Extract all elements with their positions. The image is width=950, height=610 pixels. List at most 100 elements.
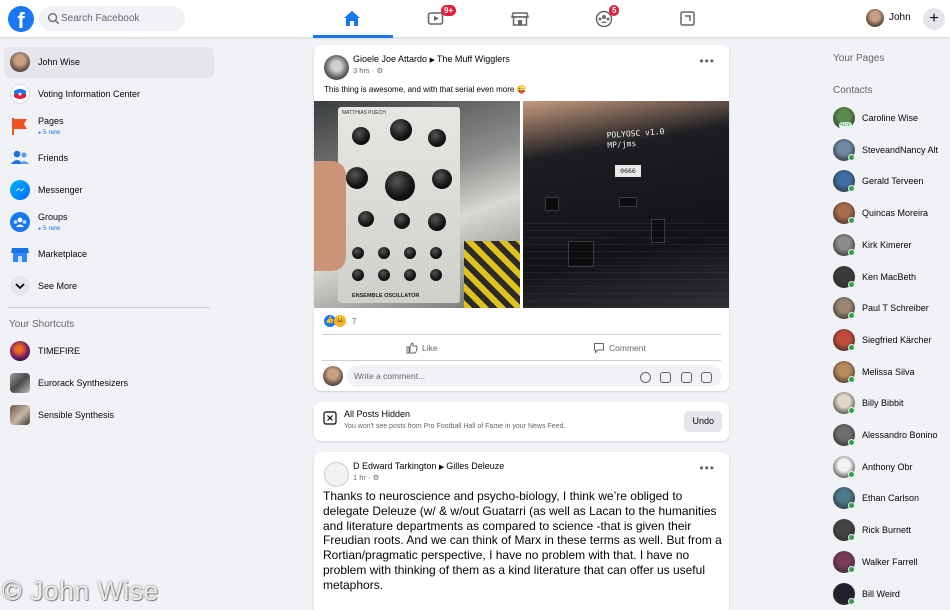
contact-item[interactable]: Alessandro Bonino [829, 421, 950, 449]
post-text: This thing is awesome, and with that ser… [324, 85, 527, 94]
avatar[interactable] [324, 462, 349, 487]
sidebar-item-groups[interactable]: Groups 5 new [4, 207, 214, 238]
comment-button[interactable]: Comment [526, 337, 716, 359]
contact-item[interactable]: Gerald Terveen [829, 167, 950, 195]
contact-name: Siegfried Kärcher [862, 334, 932, 345]
svg-text:★: ★ [17, 91, 22, 98]
comment-input[interactable] [354, 369, 634, 383]
gif-icon[interactable] [680, 372, 692, 383]
hidden-posts-icon [323, 411, 337, 425]
sidebar-item-see-more[interactable]: See More [4, 271, 214, 302]
tab-gaming[interactable] [649, 0, 729, 38]
voting-icon: ★ [10, 84, 30, 104]
pcb-label: POLYOSC v1.0 MP/jms [606, 127, 665, 150]
sidebar-item-messenger[interactable]: Messenger [4, 175, 214, 206]
post-group-name[interactable]: The Muff Wigglers [437, 54, 510, 64]
emoji-icon[interactable] [639, 372, 651, 383]
contact-name: Paul T Schreiber [862, 303, 929, 314]
sidebar-item-friends[interactable]: Friends [4, 143, 214, 174]
shortcut-item[interactable]: Sensible Synthesis [4, 400, 214, 431]
post-author-name[interactable]: D Edward Tarkington [353, 461, 436, 471]
shortcut-item[interactable]: TIMEFIRE [4, 336, 214, 367]
shortcut-item[interactable]: Eurorack Synthesizers [4, 368, 214, 399]
divider [322, 334, 721, 335]
online-status-icon [848, 597, 855, 605]
contact-item[interactable]: Melissa Silva [829, 358, 950, 386]
more-options-icon[interactable]: ••• [699, 54, 715, 68]
tab-watch[interactable]: 9+ [397, 0, 477, 38]
shortcut-avatar [10, 405, 30, 425]
contact-item[interactable]: Ken MacBeth [829, 263, 950, 291]
facebook-logo-icon[interactable]: f [8, 6, 34, 33]
contact-item[interactable]: Ethan Carlson [829, 484, 950, 512]
create-button[interactable]: + [923, 8, 945, 30]
sidebar-item-profile[interactable]: John Wise [4, 47, 214, 78]
comment-tools [635, 370, 712, 388]
post-group-name[interactable]: Gilles Deleuze [446, 461, 504, 471]
sidebar-item-label: Voting Information Center [38, 89, 141, 99]
sidebar-item-label: John Wise [38, 57, 81, 67]
search-input[interactable] [61, 10, 179, 27]
shortcut-label: Eurorack Synthesizers [38, 378, 129, 388]
contact-item[interactable]: Billy Bibbit [829, 389, 950, 417]
contact-item[interactable]: Walker Farrell [829, 548, 950, 576]
comment-label: Comment [609, 343, 646, 353]
online-status-icon [848, 502, 855, 510]
hand-graphic [314, 161, 346, 271]
contact-item[interactable]: Anthony Obr [829, 453, 950, 481]
tab-home[interactable] [313, 0, 393, 38]
contact-item[interactable]: 41m Caroline Wise [829, 104, 950, 132]
sidebar-item-pages[interactable]: Pages 5 new [4, 111, 214, 142]
avatar[interactable] [324, 55, 349, 80]
online-status-icon [848, 312, 855, 320]
online-status-icon [848, 375, 855, 383]
privacy-settings-icon: · ⚙ [368, 473, 380, 482]
post-time-link[interactable]: 3 hrs [353, 66, 370, 75]
online-status-icon [848, 153, 855, 161]
contact-item[interactable]: SteveandNancy Alt [829, 136, 950, 164]
contact-item[interactable]: Rick Burnett [829, 516, 950, 544]
comment-field[interactable] [347, 365, 722, 387]
post-time-link[interactable]: 1 hr [353, 473, 366, 482]
groups-badge: 5 [609, 5, 620, 16]
post-photo-pcb[interactable]: POLYOSC v1.0 MP/jms 0666 [523, 101, 729, 308]
comment-icon [594, 343, 604, 354]
contact-item[interactable]: Siegfried Kärcher [829, 326, 950, 354]
gaming-icon [680, 11, 695, 26]
sticker-icon[interactable] [701, 372, 712, 383]
online-status-icon [848, 565, 855, 573]
post-timestamp: 1 hr · ⚙ [353, 473, 379, 482]
contact-name: Ken MacBeth [862, 271, 917, 282]
synth-module-graphic: MATTHIAS PUECH ENSEMBLE OSCILLATOR [338, 107, 460, 303]
post-author-line: D Edward Tarkington ▶ Gilles Deleuze [353, 461, 504, 471]
shortcut-avatar [10, 341, 30, 361]
contact-name: Melissa Silva [862, 366, 915, 377]
contact-name: SteveandNancy Alt [862, 144, 939, 155]
notice-subtitle: You won't see posts from Pro Football Ha… [344, 423, 566, 430]
contact-item[interactable]: Quincas Moreira [829, 199, 950, 227]
search-bar[interactable] [39, 6, 185, 31]
online-status-icon [848, 439, 855, 446]
tab-marketplace[interactable] [481, 0, 561, 38]
post-author-name[interactable]: Gioele Joe Attardo [353, 54, 427, 64]
contact-name: Alessandro Bonino [862, 430, 938, 440]
like-label: Like [422, 343, 438, 353]
sidebar-item-voting[interactable]: ★ Voting Information Center [4, 79, 214, 110]
sidebar-item-label: Friends [38, 153, 69, 163]
shortcut-avatar [10, 373, 30, 393]
like-button[interactable]: Like [326, 337, 516, 359]
contact-item[interactable]: Bill Weird [829, 580, 950, 608]
camera-icon[interactable] [660, 372, 672, 383]
more-options-icon[interactable]: ••• [699, 461, 715, 475]
tab-groups[interactable]: 5 [565, 0, 645, 38]
contact-name: Caroline Wise [862, 113, 919, 123]
post-photo-module[interactable]: MATTHIAS PUECH ENSEMBLE OSCILLATOR [314, 101, 520, 308]
contact-item[interactable]: Kirk Kimerer [829, 231, 950, 259]
undo-button[interactable]: Undo [684, 411, 722, 432]
sidebar-item-marketplace[interactable]: Marketplace [4, 239, 214, 270]
home-icon [344, 11, 360, 26]
contact-item[interactable]: Paul T Schreiber [829, 294, 950, 322]
profile-name: John [889, 12, 911, 23]
contacts-heading: Contacts [833, 85, 873, 96]
notice-title: All Posts Hidden [344, 409, 411, 419]
